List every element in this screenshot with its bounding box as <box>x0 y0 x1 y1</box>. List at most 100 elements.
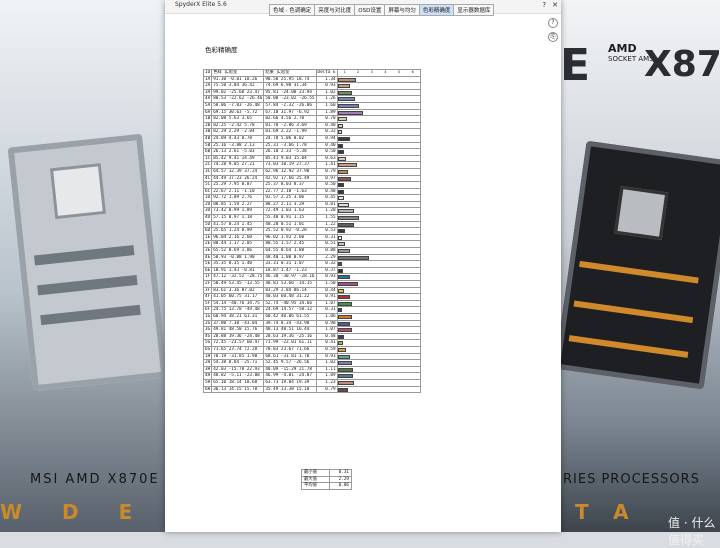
tab-4[interactable]: 色彩精确度 <box>418 4 454 16</box>
summary-row: 最小值 0.31 <box>301 469 352 477</box>
close-icon[interactable]: ✕ <box>552 1 558 9</box>
table-row: 4E 50.93 -0.88 1.90 48.40 1.00 0.97 2.29 <box>202 253 421 262</box>
row-delta-bar-cell <box>336 220 421 229</box>
row-delta-e: 0.41 <box>315 339 338 347</box>
row-delta-e: 0.70 <box>315 115 338 123</box>
row-reference: 28.88 19.36 -24.48 <box>211 332 265 341</box>
delta-e-bar <box>338 380 355 385</box>
tab-3[interactable]: 屏幕与均匀 <box>384 4 419 16</box>
row-reference: 72.45 -23.57 60.47 <box>211 339 265 347</box>
pcie-slot <box>37 274 138 296</box>
summary-label: 最小值 <box>301 469 330 477</box>
row-measured: 72.49 1.03 1.63 <box>263 207 317 216</box>
row-reference: 18.91 1.43 -0.81 <box>211 266 265 275</box>
row-delta-e: 1.02 <box>315 88 338 97</box>
delta-e-bar <box>338 235 342 240</box>
row-delta-e: 1.34 <box>315 75 338 84</box>
row-reference: 64.57 12.39 37.24 <box>211 167 265 176</box>
row-id: 5A <box>202 101 213 110</box>
row-delta-bar-cell <box>336 359 421 367</box>
watermark: 值 · 什么值得买 <box>668 516 716 547</box>
delta-e-bar <box>338 288 344 293</box>
row-measured: 88.27 2.11 3.29 <box>263 200 317 209</box>
tab-2[interactable]: OSD设置 <box>354 4 385 16</box>
delta-e-bar <box>338 367 353 372</box>
wallpaper-letters-right: TA <box>575 500 655 524</box>
row-delta-bar-cell <box>336 372 421 380</box>
delta-e-bar <box>338 275 351 280</box>
row-measured: 40.20 0.51 1.01 <box>263 220 317 229</box>
row-reference: 69.15 30.63 -5.72 <box>211 108 265 117</box>
table-row: 6H 36.13 14.15 15.78 35.49 13.38 15.18 0.79 <box>202 385 421 394</box>
row-delta-e: 0.51 <box>315 240 338 249</box>
row-measured: 71.99 -23.01 61.11 <box>263 339 317 347</box>
delta-e-bar <box>338 321 350 326</box>
row-delta-bar-cell <box>336 207 421 216</box>
help-icon[interactable]: ? <box>542 1 546 9</box>
row-delta-bar-cell <box>336 148 421 156</box>
row-measured: 40.03 60.48 31.22 <box>263 293 317 301</box>
delta-e-bar <box>338 374 353 379</box>
row-id: 1H <box>202 352 213 361</box>
row-delta-e: 1.22 <box>315 220 338 229</box>
row-reference: 92.72 1.89 2.76 <box>211 194 265 202</box>
row-reference: 25.16 -3.88 2.13 <box>211 141 265 150</box>
row-delta-bar-cell <box>336 115 421 123</box>
tab-1[interactable]: 亮度与对比度 <box>314 4 355 16</box>
row-id: 3C <box>202 167 213 176</box>
row-measured: 82.66 4.56 2.78 <box>263 115 317 123</box>
axis-tick: 1 <box>343 70 346 74</box>
row-id: 2D <box>202 200 213 209</box>
row-reference: 48.82 -5.11 -23.08 <box>211 372 265 380</box>
delta-e-bar <box>338 176 351 181</box>
row-id: 2E <box>202 240 213 249</box>
row-reference: 37.80 7.30 -43.04 <box>211 319 265 328</box>
delta-e-bar <box>338 282 359 286</box>
row-reference: 71.65 23.74 72.28 <box>211 345 265 354</box>
row-delta-e: 0.93 <box>315 352 338 361</box>
row-delta-bar-cell <box>336 247 421 255</box>
row-id: 3H <box>202 365 213 374</box>
row-id: 3G <box>202 326 213 334</box>
row-measured: 50.00 -23.02 -26.55 <box>263 95 317 103</box>
delta-e-bar <box>338 103 360 108</box>
table-row: 1C 85.42 9.41 14.49 85.41 9.03 15.04 0.63 <box>202 154 421 163</box>
row-delta-bar-cell <box>336 82 421 90</box>
delta-e-bar <box>338 156 347 161</box>
row-reference: 47.12 -32.52 -28.75 <box>211 273 265 281</box>
wallpaper-caption-left: MSI AMD X870E <box>30 472 160 487</box>
row-delta-e: 0.45 <box>315 194 338 202</box>
summary-row: 最大值 2.29 <box>301 475 352 484</box>
copy-icon[interactable]: ⎘ <box>548 32 558 42</box>
header-delta: Delta E <box>315 69 338 77</box>
axis-tick: 5 <box>398 70 401 74</box>
tab-0[interactable]: 色域 · 色调确定 <box>269 4 315 16</box>
help-circle-icon[interactable]: ? <box>548 18 558 28</box>
delta-e-bar <box>338 143 344 148</box>
table-row: 6A 69.15 30.63 -5.72 67.18 31.97 -6.92 1.89 <box>202 108 421 117</box>
row-delta-e: 0.31 <box>315 306 338 314</box>
row-delta-bar-cell <box>336 214 421 222</box>
row-reference: 73.42 0.99 1.89 <box>211 207 265 216</box>
delta-e-bar <box>338 77 356 82</box>
table-row: 1B 82.08 5.63 3.65 82.66 4.56 2.78 0.70 <box>202 115 421 123</box>
table-row: 3A 99.02 -25.68 23.47 95.81 -24.08 23.94 1.… <box>202 88 421 97</box>
row-id: 6A <box>202 108 213 117</box>
row-id: 4F <box>202 293 213 301</box>
row-id: 2C <box>202 161 213 169</box>
row-measured: 55.48 0.91 1.15 <box>263 214 317 222</box>
row-delta-bar-cell <box>336 233 421 242</box>
row-id: 4G <box>202 332 213 341</box>
tab-5[interactable]: 显示器数据库 <box>453 4 495 16</box>
row-id: 5G <box>202 339 213 347</box>
row-reference: 50.93 -0.88 1.90 <box>211 253 265 262</box>
row-reference: 60.94 38.21 61.31 <box>211 312 265 321</box>
row-reference: 24.75 13.78 -49.48 <box>211 306 265 314</box>
table-row: 6B 26.13 2.61 -5.03 26.10 2.33 -5.38 0.50 <box>202 148 421 156</box>
row-reference: 41.57 0.24 1.45 <box>211 220 265 229</box>
row-id: 1C <box>202 154 213 163</box>
row-measured: 24.78 5.06 0.02 <box>263 134 317 143</box>
row-measured: 22.77 2.18 -1.63 <box>263 187 317 196</box>
row-delta-e: 1.09 <box>315 372 338 380</box>
row-delta-bar-cell <box>336 273 421 281</box>
